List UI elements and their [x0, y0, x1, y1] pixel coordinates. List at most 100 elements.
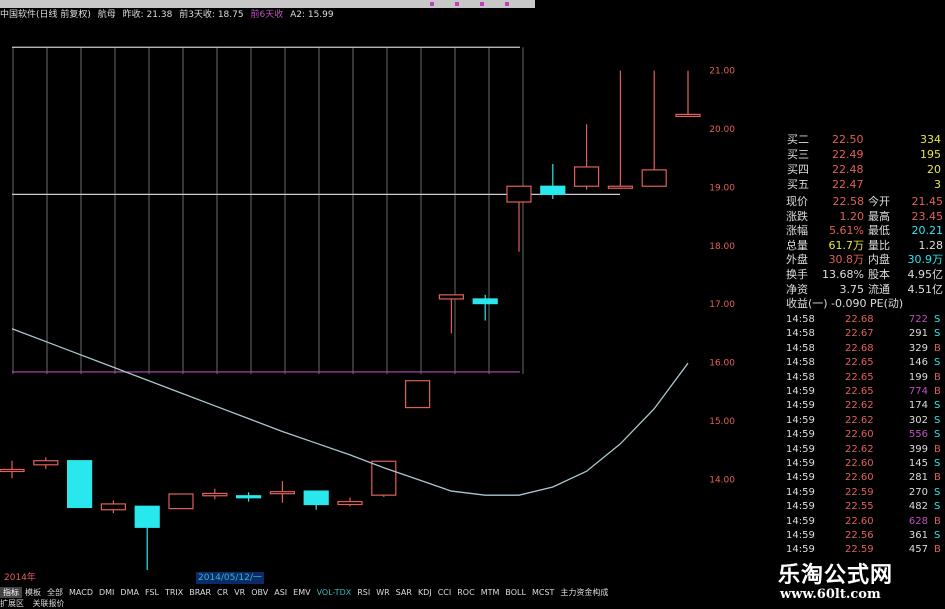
tick-price: 22.65: [845, 371, 874, 383]
order-price: 22.50: [832, 133, 864, 146]
tick-price: 22.55: [845, 501, 874, 513]
marker-icon: [430, 2, 434, 6]
stats-label: 总量: [786, 238, 808, 252]
stats-row: 换手 13.68% 股本 4.95亿: [748, 267, 945, 282]
stats-value: 22.58: [832, 195, 865, 208]
tab-mtm[interactable]: MTM: [478, 587, 503, 598]
candle-body: [506, 185, 532, 203]
tick-volume: 399: [908, 443, 928, 455]
tab-trix[interactable]: TRIX: [162, 587, 186, 598]
tick-time: 14:59: [786, 443, 815, 455]
tick-price: 22.65: [845, 386, 874, 397]
tab-emv[interactable]: EMV: [290, 587, 313, 598]
tick-price: 22.60: [845, 472, 874, 484]
candle-body: [202, 492, 228, 497]
candle-body: [641, 169, 667, 187]
tab-sar[interactable]: SAR: [393, 587, 415, 598]
tick-time: 14:59: [786, 458, 815, 469]
tick-side: S: [934, 400, 941, 412]
order-label: 买二: [787, 133, 809, 146]
tab-item-2[interactable]: 全部: [44, 587, 66, 598]
tick-time: 14:59: [786, 530, 815, 541]
tick-price: 22.65: [845, 357, 874, 369]
tick-row: 14:59 22.59 270 S: [748, 485, 945, 500]
tab-rsi[interactable]: RSI: [354, 587, 373, 598]
tick-volume: 270: [908, 486, 928, 498]
tick-row: 14:58 22.65 146 S: [748, 355, 945, 370]
tick-price: 22.59: [845, 486, 874, 498]
price-axis-label: 15.00: [709, 417, 735, 427]
tab-wr[interactable]: WR: [373, 587, 392, 598]
stats-value: 4.95亿: [907, 268, 944, 281]
kline-chart[interactable]: 21.00 20.00 19.00 18.00 17.00 16.00 15.00 14.00…: [0, 22, 740, 570]
candle-body: [405, 380, 431, 409]
candle-body: [0, 468, 25, 473]
tick-time: 14:59: [786, 486, 815, 498]
window-title-bar: [0, 0, 535, 8]
stats-label: 内盘: [868, 253, 890, 267]
tick-price: 22.62: [845, 443, 874, 455]
tick-row: 14:58 22.65 199 B: [748, 370, 945, 385]
order-book-row: 买五 22.47 3: [748, 177, 945, 192]
tick-time: 14:59: [786, 400, 815, 412]
tick-row: 14:58 22.68 329 B: [748, 341, 945, 356]
tab-dma[interactable]: DMA: [117, 587, 142, 598]
tab-item-0[interactable]: 指标: [0, 587, 22, 598]
tick-price: 22.60: [845, 458, 874, 469]
stats-label: 净资: [786, 282, 808, 296]
indicator-tabs: 指标 模板 全部 MACD DMI DMA FSL TRIX BRAR CR VR OBV ASI EMV…: [0, 587, 745, 598]
order-label: 买三: [787, 148, 809, 161]
prev3-close: 前3天收: 18.75: [179, 10, 244, 20]
tab-vol-tdx[interactable]: VOL-TDX: [314, 587, 355, 598]
tab-cci[interactable]: CCI: [435, 587, 455, 598]
tab-obv[interactable]: OBV: [248, 587, 271, 598]
tick-time: 14:59: [786, 414, 815, 426]
tab-cr[interactable]: CR: [214, 587, 231, 598]
date-bar: 2014年 2014/05/12/一: [0, 572, 740, 584]
tab-extension[interactable]: 扩展区: [0, 599, 24, 608]
stats-label: 最低: [868, 224, 890, 238]
tick-time: 14:59: [786, 472, 815, 484]
candle-body: [337, 500, 363, 506]
order-price: 22.49: [832, 148, 864, 161]
tab-dmi[interactable]: DMI: [96, 587, 117, 598]
tab-brar[interactable]: BRAR: [186, 587, 214, 598]
tick-time: 14:59: [786, 501, 815, 513]
tick-time: 14:58: [786, 371, 815, 383]
tick-side: S: [934, 530, 941, 541]
tab-asi[interactable]: ASI: [271, 587, 290, 598]
tab-boll[interactable]: BOLL: [502, 587, 529, 598]
tick-price: 22.60: [845, 429, 874, 441]
order-book-row: 买二 22.50 334: [748, 132, 945, 147]
price-axis-label: 21.00: [709, 67, 735, 77]
stats-label: 涨幅: [786, 224, 808, 238]
tab-related-quote[interactable]: 关联报价: [33, 599, 65, 608]
price-axis-label: 16.00: [709, 359, 735, 369]
tick-row: 14:59 22.60 556 S: [748, 427, 945, 442]
watermark-url: www.60lt.com: [780, 587, 881, 602]
tab-fsl[interactable]: FSL: [142, 587, 162, 598]
candle-body: [675, 113, 701, 118]
tab-item-24[interactable]: 主力资金构成: [557, 587, 611, 598]
tab-roc[interactable]: ROC: [454, 587, 477, 598]
indicator-info-bar: 中国软件(日线 前复权) 航母 昨收: 21.38 前3天收: 18.75 前6…: [0, 8, 338, 22]
stats-value: 21.45: [911, 195, 944, 208]
tick-volume: 146: [908, 357, 928, 369]
tab-vr[interactable]: VR: [231, 587, 248, 598]
tab-item-1[interactable]: 模板: [22, 587, 44, 598]
tab-macd[interactable]: MACD: [66, 587, 96, 598]
a2-value: A2: 15.99: [290, 10, 334, 20]
income-row: 收益(一) -0.090 PE(动): [748, 296, 945, 311]
candle-body: [540, 185, 566, 196]
moving-average-curve: [11, 328, 689, 496]
stats-value: 30.9万: [907, 253, 944, 267]
tick-time: 14:58: [786, 314, 815, 325]
tick-price: 22.60: [845, 515, 874, 527]
stats-label: 涨跌: [786, 209, 808, 223]
stats-value: 30.8万: [828, 253, 865, 267]
stats-value: 13.68%: [822, 268, 864, 281]
tab-mcst[interactable]: MCST: [529, 587, 557, 598]
tab-kdj[interactable]: KDJ: [415, 587, 435, 598]
tick-volume: 482: [908, 501, 928, 513]
stats-label: 股本: [868, 268, 890, 281]
